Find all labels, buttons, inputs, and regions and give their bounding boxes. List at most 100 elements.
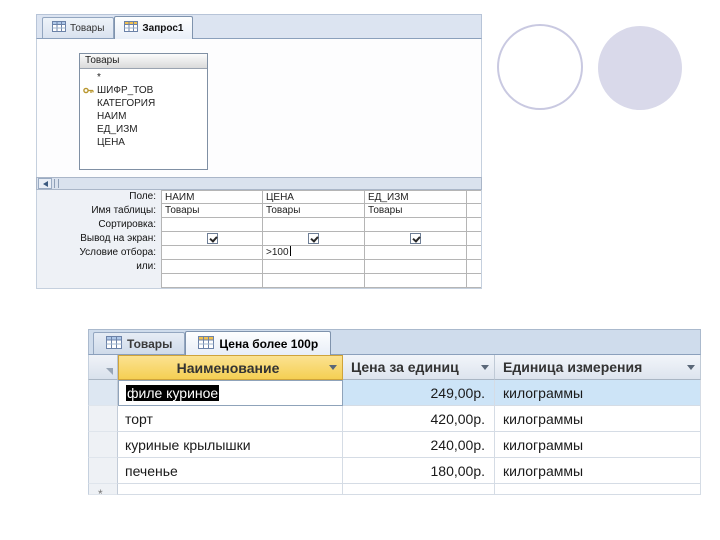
field-item-shifr[interactable]: ШИФР_ТОВ bbox=[80, 84, 207, 97]
field-list-tovary[interactable]: Товары * ШИФР_ТОВ КАТЕГОРИЯ НАИМ ЕД_ИЗМ … bbox=[79, 53, 208, 170]
select-all-corner[interactable] bbox=[88, 355, 118, 380]
scroll-left-button[interactable] bbox=[38, 178, 52, 189]
grid-cell-show-1 bbox=[161, 232, 263, 246]
designer-tab-strip: Товары Запрос1 bbox=[36, 14, 482, 39]
grid-cell-sort-1[interactable] bbox=[161, 218, 263, 232]
grid-cell-empty[interactable] bbox=[467, 274, 481, 288]
grid-cell-or-2[interactable] bbox=[263, 260, 365, 274]
record-selector[interactable] bbox=[88, 432, 118, 458]
filter-dropdown-icon[interactable] bbox=[687, 364, 695, 370]
cell-name[interactable] bbox=[118, 484, 343, 495]
field-item-kategoria[interactable]: КАТЕГОРИЯ bbox=[80, 97, 207, 110]
show-checkbox[interactable] bbox=[308, 233, 319, 244]
cell-unit[interactable]: килограммы bbox=[495, 406, 701, 432]
grid-cell-or-3[interactable] bbox=[365, 260, 467, 274]
grid-cell-criteria-2[interactable]: >100 bbox=[263, 246, 365, 260]
grid-cell-empty[interactable] bbox=[467, 232, 481, 246]
grid-cell-empty[interactable] bbox=[467, 260, 481, 274]
tab-tovary[interactable]: Товары bbox=[42, 17, 115, 38]
column-header-naimenovanie[interactable]: Наименование bbox=[118, 355, 343, 380]
row-label: Сортировка: bbox=[98, 219, 156, 230]
grid-cell-table-1[interactable]: Товары bbox=[161, 204, 263, 218]
grid-cell-field-3[interactable]: ЕД_ИЗМ bbox=[365, 190, 467, 204]
splitter-grip[interactable] bbox=[54, 179, 59, 188]
field-item-cena[interactable]: ЦЕНА bbox=[80, 136, 207, 149]
grid-row-field: Поле: НАИМ ЦЕНА ЕД_ИЗМ bbox=[37, 190, 481, 204]
tab-label: Товары bbox=[127, 336, 173, 351]
record-selector[interactable] bbox=[88, 406, 118, 432]
cell-unit[interactable]: килограммы bbox=[495, 432, 701, 458]
table-row: филе куриное 249,00р. килограммы bbox=[88, 380, 701, 406]
grid-cell-empty[interactable] bbox=[467, 246, 481, 260]
show-checkbox[interactable] bbox=[410, 233, 421, 244]
grid-cell-empty[interactable] bbox=[467, 218, 481, 232]
cell-price[interactable]: 240,00р. bbox=[343, 432, 495, 458]
field-item-edizm[interactable]: ЕД_ИЗМ bbox=[80, 123, 207, 136]
arrow-left-icon bbox=[42, 180, 48, 187]
cell-price[interactable]: 180,00р. bbox=[343, 458, 495, 484]
row-label: Поле: bbox=[129, 191, 156, 202]
grid-cell-sort-2[interactable] bbox=[263, 218, 365, 232]
cell-name[interactable]: филе куриное bbox=[118, 380, 343, 406]
grid-cell-blank[interactable] bbox=[161, 274, 263, 288]
grid-cell-blank[interactable] bbox=[263, 274, 365, 288]
circle-filled-shape bbox=[598, 26, 682, 110]
cell-name[interactable]: торт bbox=[118, 406, 343, 432]
grid-cell-blank[interactable] bbox=[365, 274, 467, 288]
tab-label: Цена более 100р bbox=[219, 336, 319, 351]
record-selector[interactable] bbox=[88, 380, 118, 406]
table-row: печенье 180,00р. килограммы bbox=[88, 458, 701, 484]
grid-cell-show-3 bbox=[365, 232, 467, 246]
table-row: торт 420,00р. килограммы bbox=[88, 406, 701, 432]
field-item-asterisk[interactable]: * bbox=[80, 71, 207, 84]
cell-price[interactable]: 249,00р. bbox=[343, 380, 495, 406]
filter-dropdown-icon[interactable] bbox=[481, 364, 489, 370]
tab-zapros1[interactable]: Запрос1 bbox=[114, 16, 194, 39]
grid-cell-sort-3[interactable] bbox=[365, 218, 467, 232]
grid-row-or: или: bbox=[37, 260, 481, 274]
cell-name[interactable]: куриные крылышки bbox=[118, 432, 343, 458]
grid-cell-field-2[interactable]: ЦЕНА bbox=[263, 190, 365, 204]
new-record-marker: * bbox=[98, 487, 103, 495]
grid-row-show: Вывод на экран: bbox=[37, 232, 481, 246]
grid-cell-criteria-1[interactable] bbox=[161, 246, 263, 260]
field-list-items: * ШИФР_ТОВ КАТЕГОРИЯ НАИМ ЕД_ИЗМ ЦЕНА bbox=[80, 69, 207, 169]
new-record-selector[interactable]: * bbox=[88, 484, 118, 495]
tab-tovary-sheet[interactable]: Товары bbox=[93, 332, 186, 354]
grid-cell-table-3[interactable]: Товары bbox=[365, 204, 467, 218]
cell-price[interactable]: 420,00р. bbox=[343, 406, 495, 432]
column-header-edinica[interactable]: Единица измерения bbox=[495, 355, 701, 380]
grid-row-blank bbox=[37, 274, 481, 288]
grid-row-sort: Сортировка: bbox=[37, 218, 481, 232]
corner-triangle-icon bbox=[106, 368, 113, 375]
grid-row-criteria: Условие отбора: >100 bbox=[37, 246, 481, 260]
grid-cell-table-2[interactable]: Товары bbox=[263, 204, 365, 218]
text-cursor bbox=[289, 246, 291, 256]
tab-cena-bolee-100r[interactable]: Цена более 100р bbox=[185, 331, 332, 355]
query-design-surface: Товары * ШИФР_ТОВ КАТЕГОРИЯ НАИМ ЕД_ИЗМ … bbox=[36, 39, 482, 177]
query-icon bbox=[124, 21, 139, 35]
field-item-naim[interactable]: НАИМ bbox=[80, 110, 207, 123]
column-header-cena[interactable]: Цена за единиц bbox=[343, 355, 495, 380]
cell-price[interactable] bbox=[343, 484, 495, 495]
cell-name[interactable]: печенье bbox=[118, 458, 343, 484]
row-label: Имя таблицы: bbox=[91, 205, 156, 216]
datasheet-header-row: Наименование Цена за единиц Единица изме… bbox=[88, 355, 701, 380]
query-designer-window: Товары Запрос1 Товары * ШИФР_ТОВ КАТЕГОР… bbox=[36, 14, 482, 290]
filter-dropdown-icon[interactable] bbox=[329, 365, 337, 370]
grid-cell-criteria-3[interactable] bbox=[365, 246, 467, 260]
row-label: или: bbox=[136, 261, 156, 272]
show-checkbox[interactable] bbox=[206, 233, 218, 244]
grid-cell-or-1[interactable] bbox=[161, 260, 263, 274]
cell-unit[interactable]: килограммы bbox=[495, 380, 701, 406]
record-selector[interactable] bbox=[88, 458, 118, 484]
grid-cell-empty[interactable] bbox=[467, 190, 481, 204]
row-label: Условие отбора: bbox=[79, 247, 156, 258]
datasheet-window: Товары Цена более 100р Наименование Цена… bbox=[88, 329, 701, 495]
grid-cell-empty[interactable] bbox=[467, 204, 481, 218]
cell-unit[interactable] bbox=[495, 484, 701, 495]
grid-cell-field-1[interactable]: НАИМ bbox=[161, 190, 263, 204]
pane-splitter[interactable] bbox=[36, 177, 482, 190]
cell-unit[interactable]: килограммы bbox=[495, 458, 701, 484]
row-label: Вывод на экран: bbox=[80, 233, 156, 244]
